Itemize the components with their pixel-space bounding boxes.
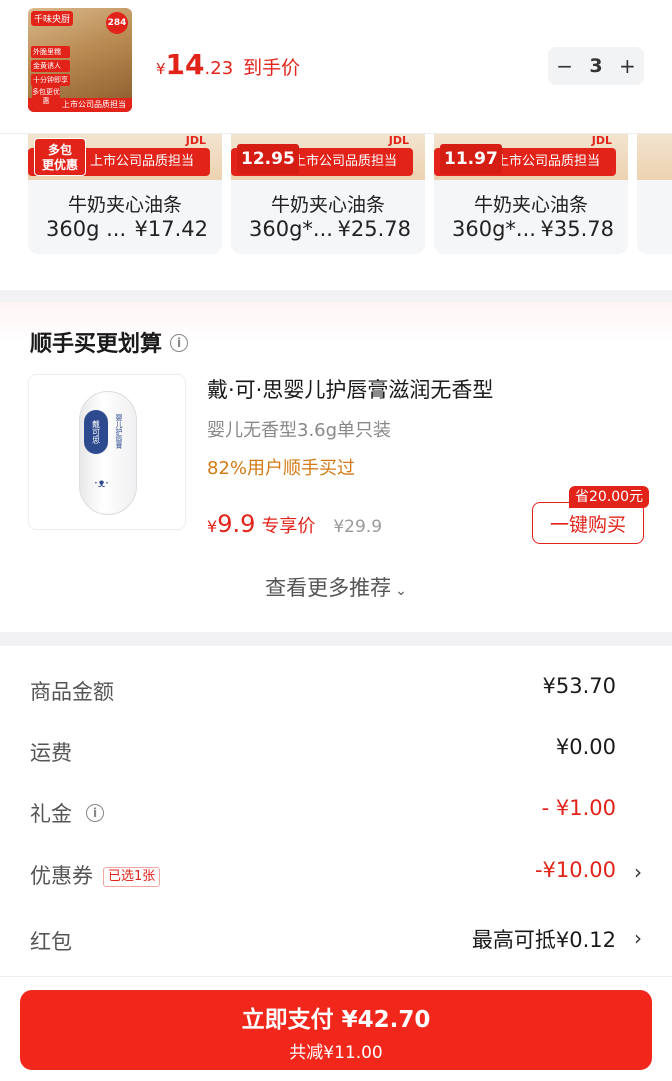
similar-products-row: 上市公司品质担当 多包 更优惠 JDL 牛奶夹心油条 360g ... ¥17.4… [0, 134, 672, 290]
thumbnail-tags: 外脆里糯 金黄诱人 十分钟即享 [31, 46, 70, 86]
gift-money-row: 礼金 i - ¥1.00 [0, 794, 672, 834]
jdl-logo: JDL [591, 134, 612, 147]
section-divider [0, 290, 672, 302]
one-click-buy-button[interactable]: 一键购买 [532, 502, 644, 544]
chevron-right-icon[interactable]: › [634, 926, 642, 950]
order-summary: 商品金额 ¥53.70 运费 ¥0.00 礼金 i - ¥1.00 优惠券 已选1张… [0, 646, 672, 976]
recommend-product-name[interactable]: 戴·可·思婴儿护唇膏滋润无香型 [207, 374, 493, 404]
jdl-logo: JDL [388, 134, 409, 147]
product-price: ¥25.78 [337, 217, 411, 241]
banner-label: 上市公司品质担当 [293, 154, 398, 169]
price-currency: ¥ [156, 60, 166, 78]
recommend-product-image[interactable]: 戴可思 婴儿护唇膏 ·ᴥ· [28, 374, 186, 530]
coupon-label-wrap: 优惠券 已选1张 [30, 860, 161, 890]
goods-amount-row: 商品金额 ¥53.70 [0, 672, 672, 712]
info-icon[interactable]: i [170, 334, 189, 352]
info-icon[interactable]: i [86, 804, 104, 822]
goods-amount-value: ¥53.70 [542, 674, 616, 698]
tube-brand: 戴可思 [84, 410, 108, 454]
similar-product-card-partial[interactable] [637, 134, 672, 254]
red-packet-value: 最高可抵¥0.12 [471, 928, 616, 952]
checkout-page: 千味央厨 284 外脆里糯 金黄诱人 十分钟即享 上市公司品质担当 多包更优惠 … [0, 0, 672, 1081]
goods-amount-label: 商品金额 [30, 680, 114, 704]
coupon-label: 优惠券 [30, 864, 93, 888]
recommend-price: ¥9.9 专享价 ¥29.9 [207, 510, 382, 538]
red-packet-label: 红包 [30, 930, 72, 954]
pay-discount-label: 共减¥11.00 [289, 1043, 383, 1063]
section-divider [0, 632, 672, 646]
count-badge: 284 [106, 12, 128, 34]
product-name: 牛奶夹心油条 [270, 194, 385, 216]
pay-now-label: 立即支付 ¥42.70 [241, 1007, 431, 1033]
price-suffix: 到手价 [243, 57, 301, 79]
tube-side-text: 婴儿护唇膏 [115, 414, 123, 449]
view-more-label: 查看更多推荐 [265, 576, 392, 600]
product-price: ¥35.78 [540, 217, 614, 241]
quantity-value[interactable]: 3 [589, 55, 602, 77]
product-price: ¥17.42 [134, 217, 208, 241]
shipping-value: ¥0.00 [555, 735, 616, 759]
product-name: 牛奶夹心油条 [473, 194, 588, 216]
product-spec: 360g*... [452, 217, 536, 241]
cat-face-icon: ·ᴥ· [94, 476, 109, 490]
chevron-right-icon[interactable]: › [634, 860, 642, 884]
banner-label: 上市公司品质担当 [496, 154, 601, 169]
original-price: ¥29.9 [333, 517, 383, 537]
product-spec: 360g*... [249, 217, 333, 241]
view-more-link[interactable]: 查看更多推荐 ⌄ [0, 572, 672, 602]
section-title: 顺手买更划算 i [30, 326, 189, 358]
product-thumbnail[interactable]: 千味央厨 284 外脆里糯 金黄诱人 十分钟即享 上市公司品质担当 多包更优惠 [28, 8, 132, 112]
product-name: 牛奶夹心油条 [67, 194, 182, 216]
coupon-selected-chip: 已选1张 [103, 867, 161, 887]
buy-together-section: 顺手买更划算 i 戴可思 婴儿护唇膏 ·ᴥ· 戴·可·思婴儿护唇膏滋润无香型 婴儿… [0, 302, 672, 632]
pay-bar: 立即支付 ¥42.70 共减¥11.00 [0, 976, 672, 1081]
minus-button[interactable]: − [556, 54, 573, 78]
lip-balm-tube: 戴可思 婴儿护唇膏 ·ᴥ· [79, 391, 137, 515]
price-decimal: .23 [204, 58, 234, 79]
gift-money-value: - ¥1.00 [541, 796, 616, 820]
recommend-users-text: 82%用户顺手买过 [207, 458, 356, 479]
promo-price: 11.97 [440, 144, 502, 174]
gift-money-label: 礼金 [30, 802, 72, 826]
plus-button[interactable]: + [619, 54, 636, 78]
jdl-logo: JDL [185, 134, 206, 147]
thumbnail-tag: 外脆里糯 [31, 46, 70, 58]
brand-badge: 千味央厨 [31, 11, 74, 26]
similar-product-card[interactable]: 上市公司品质担当 多包 更优惠 JDL 牛奶夹心油条 360g ... ¥17.4… [28, 134, 222, 254]
coupon-value: -¥10.00 [534, 858, 616, 882]
section-title-text: 顺手买更划算 [30, 332, 163, 357]
product-spec: 360g ... [46, 217, 127, 241]
promo-badge: 多包 更优惠 [34, 138, 86, 176]
price-label: 专享价 [261, 516, 316, 537]
shipping-row: 运费 ¥0.00 [0, 733, 672, 773]
gift-money-label-wrap: 礼金 i [30, 798, 104, 828]
chevron-down-icon: ⌄ [395, 583, 407, 599]
similar-product-card[interactable]: 上市公司品质担当 12.95 JDL 牛奶夹心油条 360g*... ¥25.7… [231, 134, 425, 254]
pay-now-button[interactable]: 立即支付 ¥42.70 共减¥11.00 [20, 990, 652, 1070]
quantity-stepper: − 3 + [548, 47, 644, 85]
coupon-row[interactable]: 优惠券 已选1张 -¥10.00 › [0, 856, 672, 896]
banner-label: 上市公司品质担当 [90, 154, 195, 169]
shipping-label: 运费 [30, 741, 72, 765]
price-value: 9.9 [217, 510, 256, 538]
similar-product-card[interactable]: 上市公司品质担当 11.97 JDL 牛奶夹心油条 360g*... ¥35.7… [434, 134, 628, 254]
price-currency: ¥ [207, 517, 218, 536]
red-packet-row[interactable]: 红包 最高可抵¥0.12 › [0, 922, 672, 962]
top-product-bar: 千味央厨 284 外脆里糯 金黄诱人 十分钟即享 上市公司品质担当 多包更优惠 … [0, 0, 672, 134]
save-badge: 省20.00元 [569, 486, 650, 508]
price-integer: 14 [165, 48, 205, 81]
thumbnail-tag: 金黄诱人 [31, 60, 70, 72]
promo-price: 12.95 [237, 144, 299, 174]
package-badge: 多包更优惠 [32, 84, 60, 110]
top-price: ¥14.23 到手价 [156, 48, 300, 81]
recommend-product-spec: 婴儿无香型3.6g单只装 [207, 420, 392, 441]
product-image [637, 134, 672, 180]
